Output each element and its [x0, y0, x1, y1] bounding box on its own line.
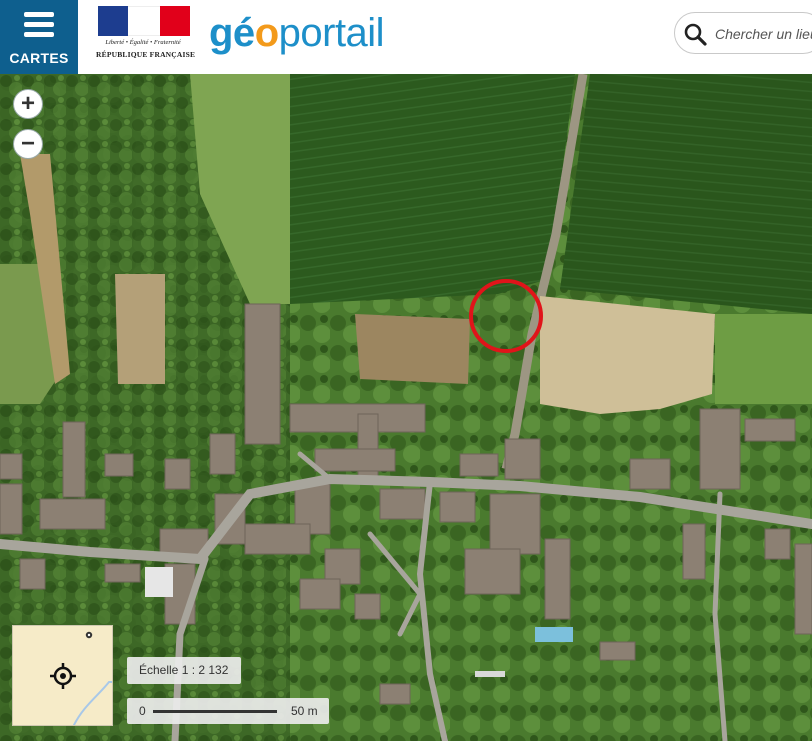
republique-francaise-logo[interactable]: Liberté • Égalité • Fraternité RÉPUBLIQU…	[96, 6, 196, 66]
brand-geo: géo	[209, 11, 279, 55]
gov-name: RÉPUBLIQUE FRANÇAISE	[96, 50, 196, 59]
scale-bar-start: 0	[139, 704, 146, 718]
tricolor-flag-icon	[98, 6, 190, 36]
map-view[interactable]: + − Échelle 1 : 2 132 0 50 m	[0, 74, 812, 741]
gov-motto: Liberté • Égalité • Fraternité	[105, 39, 181, 46]
scale-bar-line	[153, 710, 277, 713]
locate-icon[interactable]	[50, 663, 76, 689]
zoom-out-icon: −	[20, 130, 35, 157]
search-input[interactable]	[715, 23, 812, 45]
scale-bar-end: 50 m	[291, 704, 318, 718]
menu-button[interactable]: CARTES	[0, 0, 78, 74]
overview-minimap[interactable]	[12, 625, 113, 726]
search-icon[interactable]	[683, 22, 707, 46]
search-box[interactable]	[674, 12, 812, 54]
top-header: CARTES Liberté • Égalité • Fraternité RÉ…	[0, 0, 812, 74]
aerial-imagery[interactable]	[0, 74, 812, 741]
scale-ratio: Échelle 1 : 2 132	[127, 657, 241, 684]
geoportail-logo[interactable]: géoportail	[209, 10, 385, 56]
brand-portail: portail	[278, 11, 385, 55]
menu-icon	[24, 12, 54, 42]
scale-bar: 0 50 m	[127, 698, 329, 724]
zoom-out-button[interactable]: −	[13, 129, 43, 159]
zoom-in-icon: +	[20, 90, 35, 117]
zoom-in-button[interactable]: +	[13, 89, 43, 119]
map-pin-icon	[85, 631, 93, 639]
menu-label: CARTES	[9, 50, 69, 66]
